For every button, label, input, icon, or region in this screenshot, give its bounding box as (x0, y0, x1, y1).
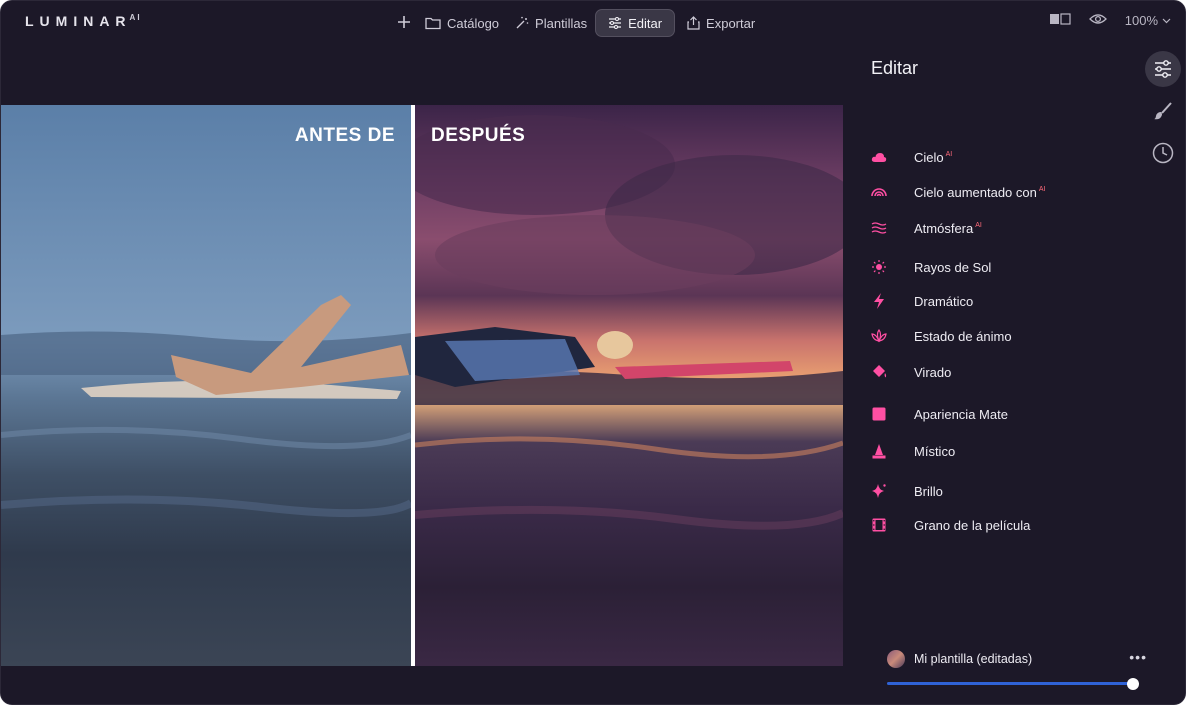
tool-toning[interactable]: Virado (871, 360, 1131, 384)
preview-button[interactable] (1088, 13, 1107, 28)
bolt-icon (871, 293, 887, 309)
tool-augmented-sky-label: Cielo aumentado con (914, 184, 1037, 200)
nav-templates-label: Plantillas (535, 15, 588, 31)
tool-mystical[interactable]: Místico (871, 439, 1131, 463)
nav-catalog[interactable]: Catálogo (417, 9, 507, 37)
view-tools: 100% (1049, 13, 1171, 28)
sliders-icon (1155, 60, 1171, 78)
nav-edit[interactable]: Editar (595, 9, 676, 37)
more-options-button[interactable]: ••• (1129, 649, 1147, 665)
ai-badge: AI (975, 222, 982, 230)
paint-bucket-icon (871, 364, 887, 380)
zoom-value: 100% (1124, 13, 1158, 28)
tool-glow-label: Brillo (914, 483, 943, 499)
folder-icon (425, 17, 441, 30)
tool-mystical-label: Místico (914, 443, 956, 459)
chevron-down-icon (1162, 18, 1171, 23)
export-icon (687, 16, 700, 30)
tool-mood[interactable]: Estado de ánimo (871, 324, 1131, 348)
compare-icon (1049, 13, 1071, 25)
cloud-icon (871, 149, 887, 165)
eye-icon (1088, 14, 1107, 24)
history-tab-button[interactable] (1145, 135, 1181, 171)
after-label: DESPUÉS (431, 125, 526, 146)
tool-glow[interactable]: Brillo (871, 479, 1131, 503)
zoom-dropdown[interactable]: 100% (1125, 13, 1171, 28)
brush-tab-button[interactable] (1145, 93, 1181, 129)
after-image (395, 105, 843, 666)
main-nav: Catálogo Plantillas Editar Exportar (391, 8, 763, 38)
cone-icon (871, 443, 887, 459)
template-amount-slider[interactable] (887, 678, 1139, 690)
photo-compare[interactable]: ANTES DE DESPUÉS (1, 105, 843, 666)
sparkle-icon (871, 483, 887, 499)
magic-wand-icon (516, 16, 529, 29)
panel-title: Editar (871, 58, 919, 78)
tool-sun-rays[interactable]: Rayos de Sol (871, 255, 1131, 279)
lotus-icon (871, 328, 887, 344)
ai-badge: AI (945, 151, 953, 159)
tools-tab-button[interactable] (1145, 51, 1181, 87)
tool-sun-rays-label: Rayos de Sol (914, 259, 992, 275)
edit-panel: Editar Cielo AI Cielo aumentado con AI A… (843, 45, 1185, 704)
ai-badge: AI (1038, 186, 1046, 194)
compare-button[interactable] (1049, 13, 1071, 28)
after-scene (395, 115, 843, 530)
before-scene (1, 295, 414, 518)
template-row[interactable]: Mi plantilla (editadas) ••• (887, 649, 1147, 669)
tool-mood-label: Estado de ánimo (914, 328, 1012, 344)
tool-sky-label: Cielo (914, 149, 944, 165)
nav-export[interactable]: Exportar (679, 9, 763, 37)
template-thumbnail (887, 650, 905, 668)
slider-thumb[interactable] (1127, 678, 1139, 690)
add-button[interactable] (391, 13, 417, 33)
tool-sky[interactable]: Cielo AI (871, 145, 1131, 169)
logo-text: LUMINAR (25, 13, 132, 29)
nav-edit-label: Editar (628, 15, 663, 31)
clock-icon (1152, 142, 1174, 164)
tool-matte-look-label: Apariencia Mate (914, 406, 1008, 422)
rainbow-icon (871, 184, 887, 200)
nav-catalog-label: Catálogo (447, 15, 500, 31)
film-icon (871, 517, 887, 533)
top-bar: LUMINARAI Catálogo Plantillas Editar Exp… (1, 1, 1185, 45)
template-name: Mi plantilla (editadas) (914, 652, 1033, 666)
nav-export-label: Exportar (706, 15, 756, 31)
tool-atmosphere[interactable]: Atmósfera AI (871, 216, 1131, 240)
before-label: ANTES DE (294, 125, 395, 146)
tool-matte-look[interactable]: Apariencia Mate (871, 402, 1131, 426)
app-logo: LUMINARAI (25, 13, 142, 29)
nav-templates[interactable]: Plantillas (507, 9, 595, 37)
slider-track (887, 682, 1133, 685)
brush-icon (1154, 102, 1172, 120)
before-image (1, 105, 414, 666)
tool-toning-label: Virado (914, 364, 952, 380)
tool-film-grain-label: Grano de la película (914, 517, 1031, 533)
square-icon (871, 406, 887, 422)
tool-atmosphere-label: Atmósfera (914, 220, 974, 236)
tool-dramatic[interactable]: Dramático (871, 289, 1131, 313)
app-window: LUMINARAI Catálogo Plantillas Editar Exp… (0, 0, 1186, 705)
sun-icon (871, 259, 887, 275)
panel-side-tools (1145, 51, 1181, 177)
tool-dramatic-label: Dramático (914, 293, 974, 309)
sliders-icon (609, 17, 622, 29)
tool-augmented-sky[interactable]: Cielo aumentado con AI (871, 180, 1131, 204)
tool-film-grain[interactable]: Grano de la película (871, 513, 1131, 537)
logo-suffix: AI (129, 13, 142, 23)
waves-icon (871, 220, 887, 236)
plus-icon (398, 16, 410, 28)
image-canvas[interactable]: ANTES DE DESPUÉS (1, 45, 843, 704)
